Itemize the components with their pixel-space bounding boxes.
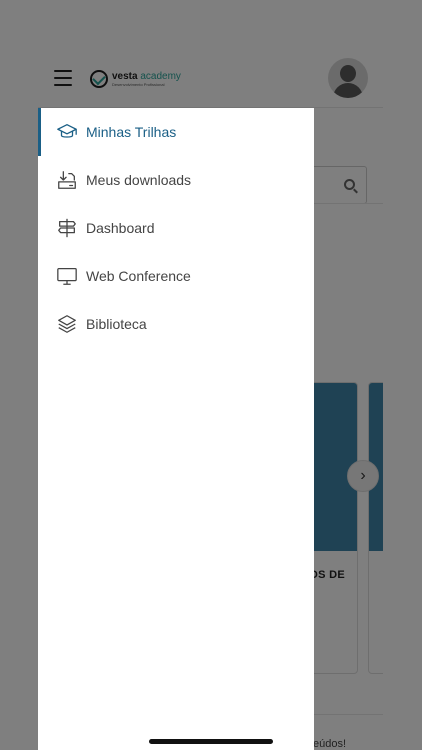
drawer-item-minhas-trilhas[interactable]: Minhas Trilhas	[38, 108, 314, 156]
drawer-item-label: Meus downloads	[86, 172, 192, 188]
drawer-item-label: Web Conference	[86, 268, 191, 284]
drawer-item-meus-downloads[interactable]: Meus downloads	[38, 156, 314, 204]
navigation-drawer: Minhas Trilhas Meus downloads Dashboard	[38, 108, 314, 750]
drawer-item-label: Biblioteca	[86, 316, 147, 332]
drawer-item-web-conference[interactable]: Web Conference	[38, 252, 314, 300]
monitor-icon	[56, 265, 78, 287]
drawer-item-label: Minhas Trilhas	[86, 124, 177, 140]
graduation-cap-icon	[56, 121, 78, 143]
layers-icon	[56, 313, 78, 335]
drawer-item-biblioteca[interactable]: Biblioteca	[38, 300, 314, 348]
download-icon	[56, 169, 78, 191]
home-indicator[interactable]	[149, 739, 273, 744]
signpost-icon	[56, 217, 78, 239]
drawer-item-dashboard[interactable]: Dashboard	[38, 204, 314, 252]
drawer-item-label: Dashboard	[86, 220, 155, 236]
